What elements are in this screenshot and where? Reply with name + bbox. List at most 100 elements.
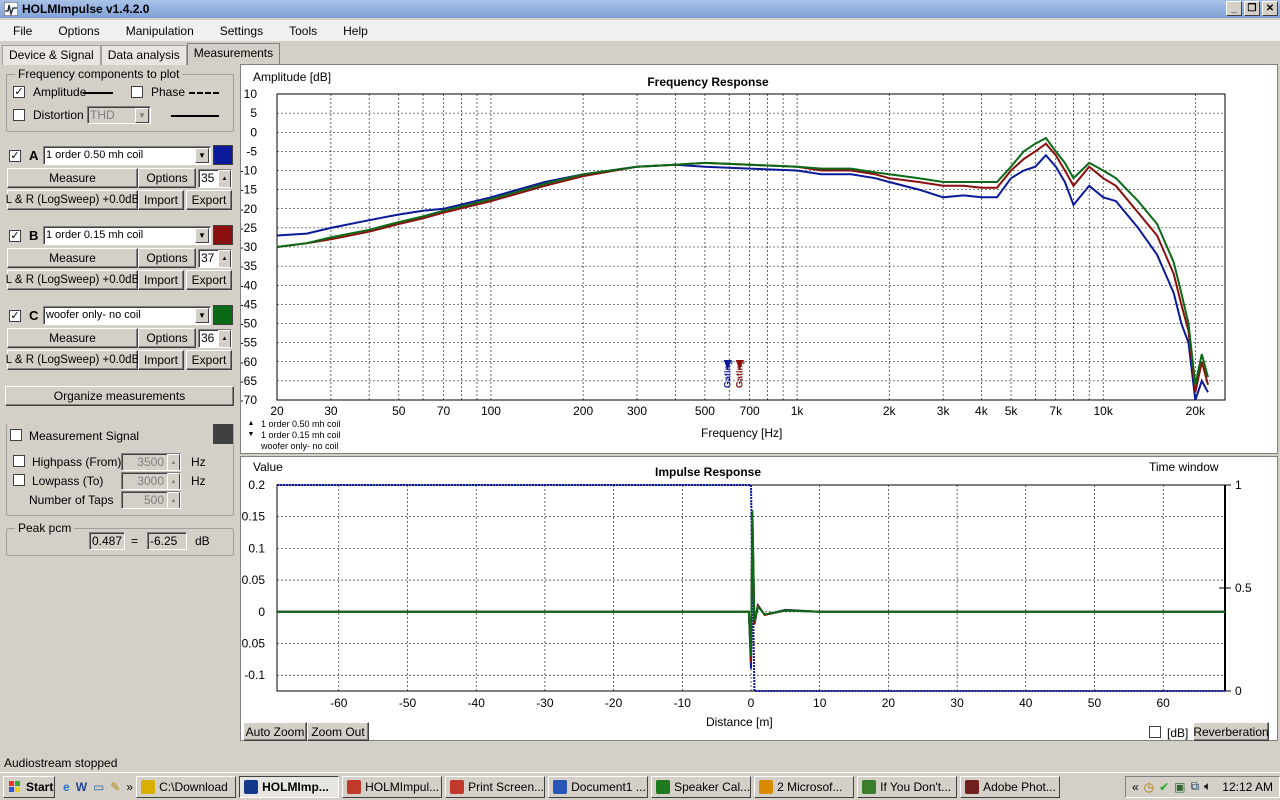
clock[interactable]: 12:12 AM bbox=[1222, 780, 1273, 794]
phase-checkbox[interactable] bbox=[131, 86, 143, 98]
signal-color-swatch[interactable] bbox=[213, 424, 233, 444]
reverberation-button[interactable]: Reverberation bbox=[1193, 722, 1269, 741]
frequency-plot: 1050-5-10-15-20-25-30-35-40-45-50-55-60-… bbox=[241, 87, 1226, 418]
tab-data-analysis[interactable]: Data analysis bbox=[100, 45, 187, 65]
freq-components-title: Frequency components to plot bbox=[15, 67, 183, 81]
tray-shield-icon[interactable]: ✔ bbox=[1159, 780, 1169, 794]
options-button[interactable]: Options bbox=[138, 328, 196, 348]
measure-button[interactable]: Measure bbox=[7, 248, 138, 268]
start-button[interactable]: Start bbox=[3, 775, 55, 798]
measure-button[interactable]: Measure bbox=[7, 328, 138, 348]
restore-button[interactable]: ❐ bbox=[1244, 1, 1260, 16]
highpass-input[interactable]: 3500▲▼ bbox=[121, 453, 181, 471]
taskbar-item[interactable]: Document1 ... bbox=[548, 775, 649, 798]
distortion-checkbox[interactable] bbox=[13, 109, 25, 121]
word-icon[interactable]: W bbox=[76, 780, 87, 794]
export-button[interactable]: Export bbox=[186, 350, 232, 370]
frequency-response-chart[interactable]: 10 5 0 -5 -10 -15 -20 -25 -30 -35 -40 -45 -50 -55 -60-… bbox=[240, 64, 1278, 454]
peak-equals: = bbox=[131, 534, 139, 548]
ie-icon[interactable]: e bbox=[63, 780, 70, 794]
options-button[interactable]: Options bbox=[138, 168, 196, 188]
taps-label: Number of Taps bbox=[29, 493, 114, 507]
import-button[interactable]: Import bbox=[138, 190, 184, 210]
slot-checkbox[interactable]: ✓ bbox=[9, 150, 21, 162]
slot-name-select[interactable]: woofer only- no coil ▼ bbox=[43, 306, 211, 325]
lowpass-input[interactable]: 3000▲▼ bbox=[121, 472, 181, 490]
menu-options[interactable]: Options bbox=[45, 24, 112, 38]
impulse-response-chart[interactable]: -60 -50 -40 -30 -20 -10 0 10 20 30 40 50 60 0.2 0.15 0.… bbox=[240, 456, 1278, 741]
slot-info-button[interactable]: L & R (LogSweep) +0.0dB bbox=[6, 190, 139, 210]
distortion-select[interactable]: THD ▼ bbox=[87, 106, 151, 124]
taskbar-item[interactable]: Speaker Cal... bbox=[651, 775, 752, 798]
amplitude-checkbox[interactable]: ✓ bbox=[13, 86, 25, 98]
taskbar-item[interactable]: 2 Microsof... bbox=[754, 775, 855, 798]
tray-volume-icon[interactable]: 🔈︎ bbox=[1204, 779, 1211, 794]
more-chevron-icon[interactable]: » bbox=[126, 780, 133, 794]
export-button[interactable]: Export bbox=[186, 270, 232, 290]
slot-count-spinner[interactable]: 36▲▼ bbox=[198, 329, 232, 348]
slot-count-spinner[interactable]: 37▲▼ bbox=[198, 249, 232, 268]
measure-button[interactable]: Measure bbox=[7, 168, 138, 188]
taskbar-item[interactable]: C:\Download bbox=[136, 775, 237, 798]
tray-app-icon[interactable]: ▣ bbox=[1174, 780, 1185, 794]
taskbar-item[interactable]: HOLMImpul... bbox=[342, 775, 443, 798]
taskbar-item[interactable]: Adobe Phot... bbox=[960, 775, 1061, 798]
y2-tick-label: 0.5 bbox=[1235, 581, 1252, 595]
zoom-out-button[interactable]: Zoom Out bbox=[307, 722, 369, 741]
import-button[interactable]: Import bbox=[138, 350, 184, 370]
slot-color-swatch[interactable] bbox=[213, 305, 233, 325]
y-tick-label: -55 bbox=[241, 336, 257, 350]
tab-device-signal[interactable]: Device & Signal bbox=[2, 45, 101, 65]
slot-count: 36 bbox=[201, 331, 215, 345]
close-button[interactable]: ✕ bbox=[1262, 1, 1278, 16]
highpass-checkbox[interactable] bbox=[13, 455, 25, 467]
desktop-icon[interactable]: ▭ bbox=[93, 780, 104, 794]
slot-count-spinner[interactable]: 35▲▼ bbox=[198, 169, 232, 188]
slot-color-swatch[interactable] bbox=[213, 225, 233, 245]
y-tick-label: -40 bbox=[241, 278, 257, 292]
slot-info-button[interactable]: L & R (LogSweep) +0.0dB bbox=[6, 270, 139, 290]
legend-scroll[interactable]: ▲ ▼ bbox=[245, 418, 257, 450]
slot-info-button[interactable]: L & R (LogSweep) +0.0dB bbox=[6, 350, 139, 370]
x-tick-label: 70 bbox=[437, 404, 451, 418]
y-tick-label: 0.2 bbox=[248, 478, 265, 492]
x-tick-label: 0 bbox=[748, 696, 755, 710]
tab-measurements[interactable]: Measurements bbox=[186, 43, 281, 65]
y-tick-label: 0.1 bbox=[248, 541, 265, 555]
slot-color-swatch[interactable] bbox=[213, 145, 233, 165]
menu-help[interactable]: Help bbox=[330, 24, 381, 38]
slot-checkbox[interactable]: ✓ bbox=[9, 310, 21, 322]
y-tick-label: -5 bbox=[246, 144, 257, 158]
export-button[interactable]: Export bbox=[186, 190, 232, 210]
x-tick-label: 50 bbox=[392, 404, 406, 418]
minimize-button[interactable]: _ bbox=[1226, 1, 1242, 16]
slot-name-select[interactable]: 1 order 0.15 mh coil ▼ bbox=[43, 226, 211, 245]
taps-input[interactable]: 500▲▼ bbox=[121, 491, 181, 509]
taskbar-item-label: Adobe Phot... bbox=[983, 779, 1056, 794]
tray-network-icon[interactable]: ⧉ bbox=[1191, 779, 1200, 794]
organize-measurements-button[interactable]: Organize measurements bbox=[5, 386, 234, 406]
taskbar-item[interactable]: HOLMImp... bbox=[239, 775, 340, 798]
y-tick-label: -65 bbox=[241, 374, 257, 388]
menu-tools[interactable]: Tools bbox=[276, 24, 330, 38]
taskbar-item[interactable]: Print Screen... bbox=[445, 775, 546, 798]
menu-settings[interactable]: Settings bbox=[207, 24, 276, 38]
slot-name-select[interactable]: 1 order 0.50 mh coil ▼ bbox=[43, 146, 211, 165]
title-bar[interactable]: HOLMImpulse v1.4.2.0 _ ❐ ✕ bbox=[0, 0, 1280, 18]
slot-checkbox[interactable]: ✓ bbox=[9, 230, 21, 242]
x-tick-label: 30 bbox=[324, 404, 338, 418]
db-checkbox[interactable] bbox=[1149, 726, 1161, 738]
auto-zoom-button[interactable]: Auto Zoom bbox=[243, 722, 307, 741]
menu-file[interactable]: File bbox=[0, 24, 45, 38]
measurement-signal-checkbox[interactable] bbox=[10, 429, 22, 441]
options-button[interactable]: Options bbox=[138, 248, 196, 268]
x-tick-label: -10 bbox=[674, 696, 692, 710]
menu-manipulation[interactable]: Manipulation bbox=[113, 24, 207, 38]
lowpass-checkbox[interactable] bbox=[13, 474, 25, 486]
tray-clock-icon[interactable]: ◷ bbox=[1144, 780, 1154, 794]
taskbar-item[interactable]: If You Don't... bbox=[857, 775, 958, 798]
x-tick-label: 700 bbox=[740, 404, 760, 418]
tool-icon[interactable]: ✎ bbox=[110, 780, 120, 794]
import-button[interactable]: Import bbox=[138, 270, 184, 290]
tray-expand-icon[interactable]: « bbox=[1132, 780, 1139, 794]
